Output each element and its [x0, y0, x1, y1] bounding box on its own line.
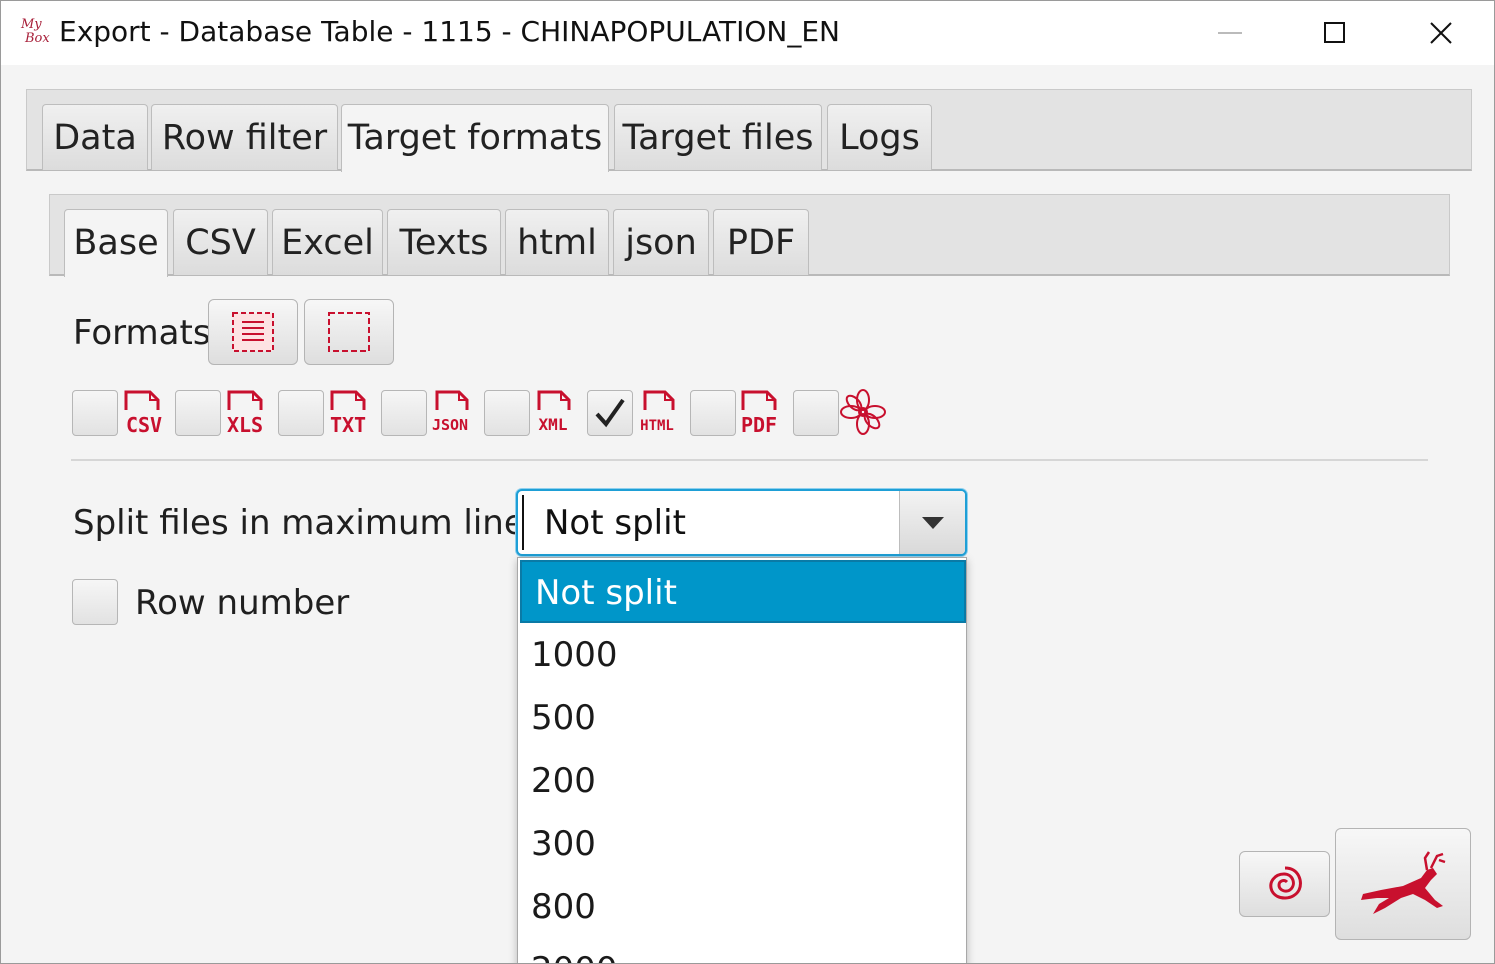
tab-target-formats[interactable]: Target formats: [341, 104, 609, 172]
main-tab-bar: Data Row filter Target formats Target fi…: [26, 89, 1472, 172]
tab-csv[interactable]: CSV: [173, 209, 268, 275]
start-button[interactable]: [1335, 828, 1471, 940]
split-lines-input[interactable]: [522, 495, 898, 550]
close-icon: [1430, 22, 1452, 44]
maximize-button[interactable]: [1282, 1, 1388, 65]
select-none-icon: [328, 312, 370, 352]
open-target-button[interactable]: [1239, 851, 1330, 917]
tab-base[interactable]: Base: [64, 209, 168, 277]
svg-text:TXT: TXT: [330, 413, 366, 436]
svg-text:XML: XML: [539, 415, 568, 434]
csv-file-icon: CSV: [124, 390, 162, 436]
combobox-arrow-button[interactable]: [899, 491, 965, 554]
json-file-icon: JSON: [432, 390, 469, 434]
tab-logs[interactable]: Logs: [827, 104, 932, 170]
split-files-label: Split files in maximum lines: [73, 503, 543, 543]
minimize-button[interactable]: [1177, 1, 1283, 65]
xls-file-icon: XLS: [227, 390, 263, 436]
export-window: My Box Export - Database Table - 1115 - …: [0, 0, 1495, 964]
spiral-icon: [1268, 866, 1302, 900]
txt-file-icon: TXT: [330, 390, 366, 436]
tab-target-files[interactable]: Target files: [614, 104, 822, 170]
dropdown-option[interactable]: 200: [518, 750, 966, 813]
svg-text:HTML: HTML: [640, 418, 674, 434]
row-number-label: Row number: [135, 583, 350, 623]
tab-data[interactable]: Data: [42, 104, 148, 170]
svg-text:PDF: PDF: [741, 413, 777, 436]
row-number-checkbox[interactable]: [72, 579, 118, 625]
select-none-button[interactable]: [304, 299, 394, 365]
svg-text:CSV: CSV: [126, 413, 162, 436]
tab-excel[interactable]: Excel: [272, 209, 383, 275]
pdf-checkbox[interactable]: [690, 390, 736, 436]
select-all-icon: [232, 312, 274, 352]
tab-pdf[interactable]: PDF: [713, 209, 809, 275]
html-file-icon: HTML: [640, 390, 675, 434]
dropdown-option[interactable]: 300: [518, 813, 966, 876]
dropdown-option[interactable]: Not split: [520, 560, 966, 623]
split-lines-combobox[interactable]: [516, 489, 967, 556]
txt-checkbox[interactable]: [278, 390, 324, 436]
dropdown-option[interactable]: 800: [518, 876, 966, 939]
pdf-file-icon: PDF: [741, 390, 777, 436]
select-all-button[interactable]: [208, 299, 298, 365]
svg-text:JSON: JSON: [432, 416, 468, 434]
chevron-down-icon: [921, 516, 944, 529]
maximize-icon: [1324, 22, 1345, 43]
tab-row-filter[interactable]: Row filter: [151, 104, 338, 170]
dropdown-option[interactable]: 2000: [518, 939, 966, 963]
format-tab-bar: Base CSV Excel Texts html json PDF: [49, 194, 1450, 277]
tab-html[interactable]: html: [505, 209, 609, 275]
split-lines-dropdown: Not split 1000 500 200 300 800 2000: [517, 557, 967, 963]
xls-checkbox[interactable]: [175, 390, 221, 436]
checkmark-icon: [595, 398, 625, 428]
tab-texts[interactable]: Texts: [387, 209, 501, 275]
mybox-logo-icon: My Box: [21, 17, 50, 46]
xml-file-icon: XML: [537, 390, 571, 434]
json-checkbox[interactable]: [381, 390, 427, 436]
csv-checkbox[interactable]: [72, 390, 118, 436]
svg-text:XLS: XLS: [227, 413, 263, 436]
separator: [71, 459, 1428, 461]
minimize-icon: [1218, 32, 1242, 34]
running-deer-icon: [1361, 851, 1446, 914]
window-title: Export - Database Table - 1115 - CHINAPO…: [59, 15, 841, 48]
dropdown-option[interactable]: 1000: [518, 624, 966, 687]
flower-icon: [840, 389, 886, 435]
formats-label: Formats: [73, 313, 211, 353]
close-button[interactable]: [1388, 1, 1494, 65]
other-format-checkbox[interactable]: [793, 390, 839, 436]
title-bar: My Box Export - Database Table - 1115 - …: [1, 1, 1494, 65]
tab-json[interactable]: json: [613, 209, 709, 275]
xml-checkbox[interactable]: [484, 390, 530, 436]
html-checkbox[interactable]: [587, 390, 633, 436]
dropdown-option[interactable]: 500: [518, 687, 966, 750]
